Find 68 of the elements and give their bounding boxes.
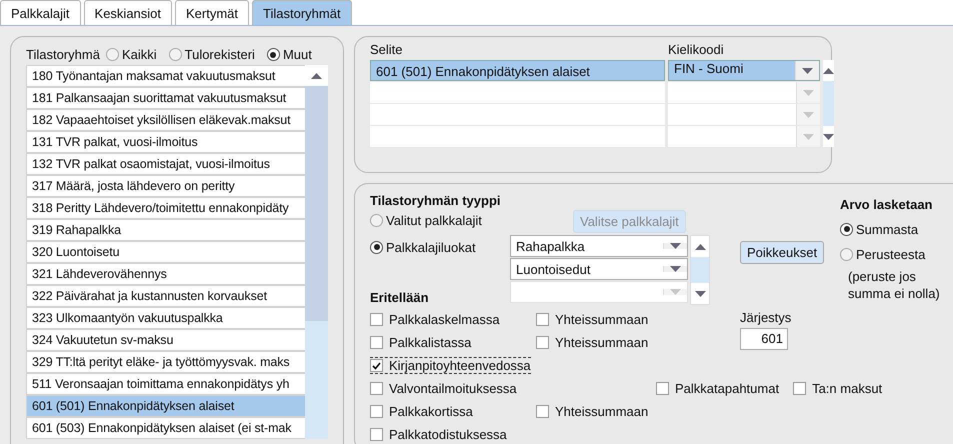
checkbox-option[interactable]: Yhteissummaan: [536, 402, 648, 420]
checkbox-option[interactable]: Palkkatodistuksessa: [370, 426, 507, 443]
radio-option[interactable]: Palkkalajiluokat: [370, 240, 476, 254]
radio-option[interactable]: Kaikki: [106, 47, 157, 62]
list-item[interactable]: 131 TVR palkat, vuosi-ilmoitus: [26, 131, 305, 153]
dropdown-icon: [803, 90, 814, 96]
column-header: Kielikoodi: [668, 41, 725, 59]
class-dropdown[interactable]: Rahapalkka: [510, 235, 688, 257]
scroll-down-icon: [823, 134, 834, 140]
radio-option[interactable]: Tulorekisteri: [168, 47, 255, 62]
order-field[interactable]: 601: [740, 328, 788, 350]
exceptions-button[interactable]: Poikkeukset: [740, 241, 824, 264]
tab[interactable]: Palkkalajit: [0, 0, 81, 25]
checkbox-option[interactable]: Palkkakortissa: [370, 403, 473, 420]
list-item[interactable]: 601 (503) Ennakonpidätyksen alaiset (ei st-mak: [26, 417, 305, 439]
list-item[interactable]: 320 Luontoisetu: [26, 241, 305, 263]
dropdown-icon: [670, 243, 681, 249]
class-dropdown[interactable]: Luontoisedut: [510, 258, 688, 280]
scroll-up-icon: [311, 72, 322, 78]
checkbox-option[interactable]: Palkkalistassa: [370, 334, 472, 351]
table-cell[interactable]: 601 (501) Ennakonpidätyksen alaiset: [370, 60, 665, 81]
group-label: Tilastoryhmä: [26, 47, 100, 62]
list-item[interactable]: 180 Työnantajan maksamat vakuutusmaksut: [26, 65, 305, 87]
checkbox-option[interactable]: Palkkalaskelmassa: [370, 311, 500, 328]
checkbox-option[interactable]: Yhteissummaan: [536, 334, 648, 350]
checkbox-option[interactable]: Yhteissummaan: [536, 310, 648, 328]
checkbox-option[interactable]: Ta:n maksut: [793, 380, 882, 397]
list-item[interactable]: 511 Veronsaajan toimittama ennakonpidätys yh: [26, 373, 305, 395]
scroll-down-icon: [694, 290, 706, 296]
dropdown-icon: [802, 68, 813, 74]
list-item[interactable]: 601 (501) Ennakonpidätyksen alaiset: [26, 395, 305, 417]
checkbox-option[interactable]: Kirjanpitoyhteenvedossa: [370, 357, 531, 374]
list-item[interactable]: 317 Määrä, josta lähdevero on peritty: [26, 175, 305, 197]
list-item[interactable]: 132 TVR palkat osaomistajat, vuosi-ilmoitus: [26, 153, 305, 175]
radio-option[interactable]: Muut: [266, 47, 312, 62]
section-title: Tilastoryhmän tyyppi: [370, 193, 502, 208]
section-title: Eritellään: [370, 290, 430, 305]
dropdown-icon: [803, 112, 814, 118]
language-dropdown[interactable]: FIN - Suomi: [668, 60, 820, 81]
list-item[interactable]: 318 Peritty Lähdevero/toimitettu ennakonpidäty: [26, 197, 305, 219]
list-item[interactable]: 181 Palkansaajan suorittamat vakuutusmaksut: [26, 87, 305, 109]
scroll-up-icon: [694, 244, 706, 250]
list-item[interactable]: 182 Vapaaehtoiset yksilöllisen eläkevak.maksut: [26, 109, 305, 131]
radio-option[interactable]: Valitut palkkalajit: [370, 213, 482, 228]
checkmark-icon: [372, 362, 381, 370]
list-item[interactable]: 329 TT:ltä perityt eläke- ja työttömyysvak. maks: [26, 351, 305, 373]
empty-cell[interactable]: [370, 82, 665, 103]
dropdown-icon: [803, 134, 814, 140]
list-item[interactable]: 321 Lähdeverovähennys: [26, 263, 305, 285]
checkbox-option[interactable]: Palkkatapahtumat: [656, 380, 780, 397]
field-label: Järjestys: [740, 310, 792, 325]
radio-option[interactable]: Perusteesta: [840, 246, 926, 262]
tab[interactable]: Keskiansiot: [84, 0, 172, 25]
section-title: Arvo lasketaan: [840, 197, 934, 212]
note-text: (peruste jos summa ei nolla): [848, 268, 941, 302]
list-item[interactable]: 322 Päivärahat ja kustannusten korvaukset: [26, 285, 305, 307]
list-item[interactable]: 323 Ulkomaantyön vakuutuspalkka: [26, 307, 305, 329]
tab[interactable]: Tilastoryhmät: [252, 0, 352, 25]
checkbox-option[interactable]: Valvontailmoituksessa: [370, 380, 517, 397]
tab[interactable]: Kertymät: [175, 0, 250, 25]
scrollbar[interactable]: [690, 235, 710, 305]
radio-option[interactable]: Summasta: [840, 222, 918, 236]
list-item[interactable]: 324 Vakuutetun sv-maksu: [26, 329, 305, 351]
dropdown-icon: [670, 266, 681, 272]
list-item[interactable]: 319 Rahapalkka: [26, 219, 305, 241]
column-header: Selite: [370, 41, 404, 59]
dropdown-icon: [670, 289, 681, 295]
scroll-up-icon: [823, 68, 834, 74]
